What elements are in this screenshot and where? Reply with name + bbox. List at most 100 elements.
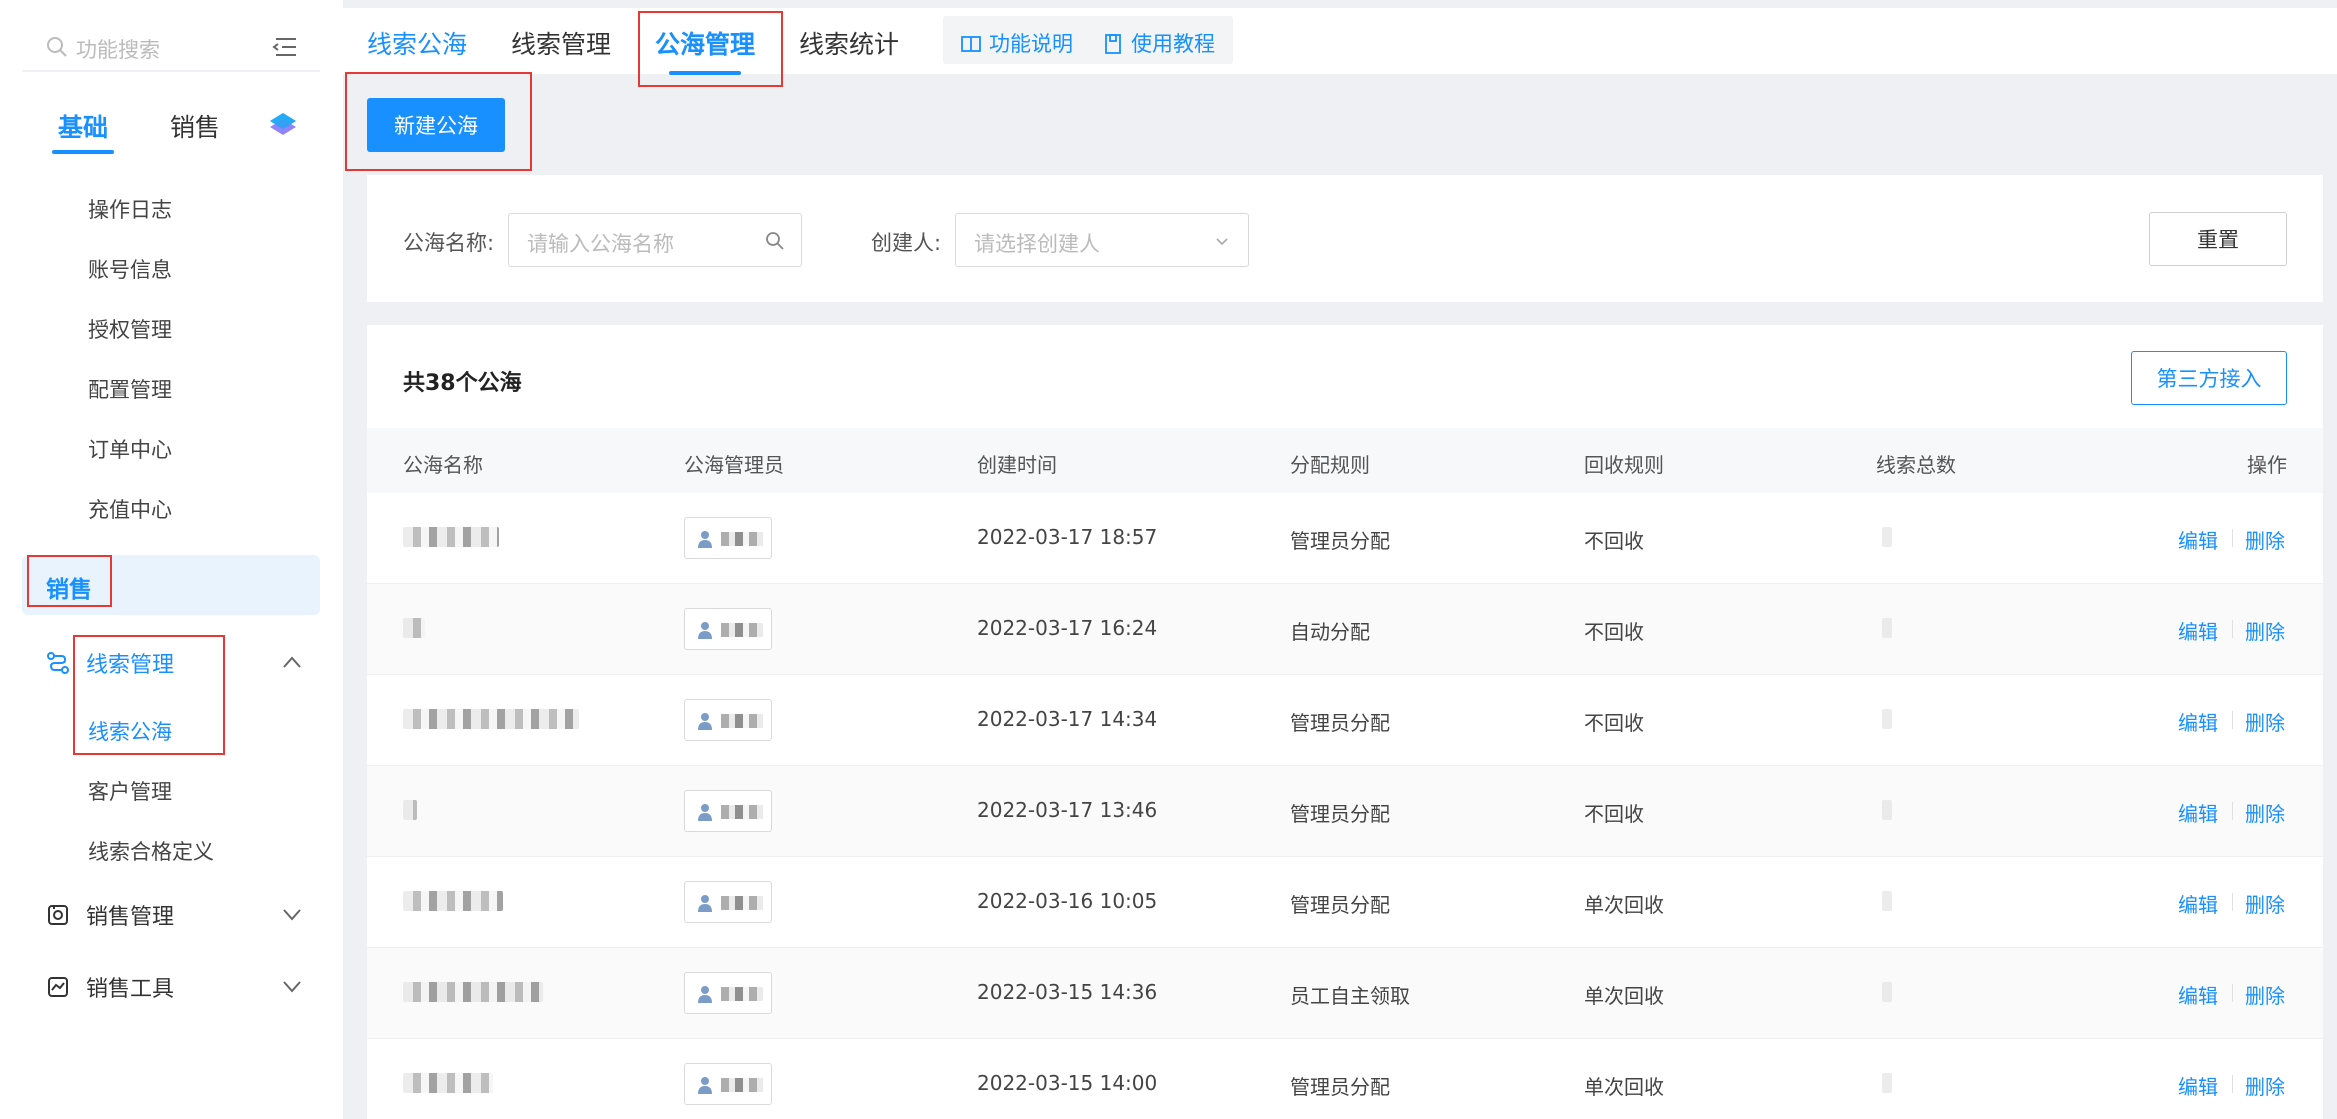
table-row: 2022-03-15 14:00 管理员分配 单次回收 编辑 删除 <box>367 1039 2323 1119</box>
edit-link[interactable]: 编辑 <box>2178 707 2218 736</box>
nav-group-label: 销售管理 <box>86 905 175 930</box>
admin-tag <box>684 972 772 1014</box>
col-pool-admin: 公海管理员 <box>684 453 784 477</box>
assign-rule: 管理员分配 <box>1290 893 1390 917</box>
admin-name-redacted <box>721 805 763 819</box>
action-separator <box>2232 893 2233 911</box>
col-pool-name: 公海名称 <box>403 453 483 477</box>
delete-link[interactable]: 删除 <box>2245 889 2285 918</box>
lead-total-redacted <box>1882 891 1892 911</box>
nav-group-sales-tools[interactable]: 销售工具 <box>46 967 302 1007</box>
delete-link[interactable]: 删除 <box>2245 707 2285 736</box>
recycle-rule: 不回收 <box>1584 802 1644 826</box>
tab-pool-management[interactable]: 公海管理 <box>655 25 755 75</box>
function-search[interactable]: 功能搜索 <box>22 22 320 72</box>
delete-link[interactable]: 删除 <box>2245 980 2285 1009</box>
admin-name-redacted <box>721 532 763 546</box>
feature-guide-link[interactable]: 功能说明 <box>961 28 1073 58</box>
assign-rule: 管理员分配 <box>1290 802 1390 826</box>
pool-name-label: 公海名称: <box>403 231 495 255</box>
delete-link[interactable]: 删除 <box>2245 616 2285 645</box>
recycle-rule: 单次回收 <box>1584 1075 1664 1099</box>
action-separator <box>2232 529 2233 547</box>
delete-link[interactable]: 删除 <box>2245 798 2285 827</box>
layers-icon[interactable] <box>268 111 298 139</box>
reset-button[interactable]: 重置 <box>2149 212 2287 266</box>
edit-link[interactable]: 编辑 <box>2178 798 2218 827</box>
nav-item-customer-management[interactable]: 客户管理 <box>88 776 172 806</box>
nav-item-order-center[interactable]: 订单中心 <box>88 434 172 464</box>
creator-placeholder: 请选择创建人 <box>974 232 1100 256</box>
nav-item-authorization[interactable]: 授权管理 <box>88 314 172 344</box>
filter-panel: 公海名称: 请输入公海名称 创建人: 请选择创建人 重置 <box>367 175 2323 302</box>
table-header: 公海名称 公海管理员 创建时间 分配规则 回收规则 线索总数 操作 <box>367 428 2323 493</box>
third-party-access-button[interactable]: 第三方接入 <box>2131 351 2287 405</box>
table-row: 2022-03-16 10:05 管理员分配 单次回收 编辑 删除 <box>367 857 2323 948</box>
sales-tools-icon <box>48 977 68 997</box>
admin-name-redacted <box>721 623 763 637</box>
lead-total-redacted <box>1882 709 1892 729</box>
delete-link[interactable]: 删除 <box>2245 525 2285 554</box>
delete-link[interactable]: 删除 <box>2245 1071 2285 1100</box>
assign-rule: 管理员分配 <box>1290 1075 1390 1099</box>
user-icon <box>698 1077 712 1094</box>
recycle-rule: 单次回收 <box>1584 984 1664 1008</box>
admin-name-redacted <box>721 714 763 728</box>
pool-name-redacted <box>403 618 425 638</box>
recycle-rule: 不回收 <box>1584 529 1644 553</box>
action-separator <box>2232 1075 2233 1093</box>
category-tab-sales[interactable]: 销售 <box>170 108 220 144</box>
tab-lead-management[interactable]: 线索管理 <box>511 25 611 61</box>
admin-tag <box>684 699 772 741</box>
user-icon <box>698 895 712 912</box>
action-separator <box>2232 984 2233 1002</box>
assign-rule: 自动分配 <box>1290 620 1370 644</box>
nav-item-operation-log[interactable]: 操作日志 <box>88 194 172 224</box>
action-separator <box>2232 802 2233 820</box>
col-assign-rule: 分配规则 <box>1290 453 1370 477</box>
user-icon <box>698 804 712 821</box>
edit-link[interactable]: 编辑 <box>2178 616 2218 645</box>
nav-group-sales-management[interactable]: 销售管理 <box>46 895 302 935</box>
edit-link[interactable]: 编辑 <box>2178 889 2218 918</box>
nav-item-config[interactable]: 配置管理 <box>88 374 172 404</box>
col-recycle-rule: 回收规则 <box>1584 453 1664 477</box>
edit-link[interactable]: 编辑 <box>2178 525 2218 554</box>
admin-name-redacted <box>721 987 763 1001</box>
nav-item-lead-qualification[interactable]: 线索合格定义 <box>88 836 214 866</box>
new-pool-button[interactable]: 新建公海 <box>367 98 505 152</box>
user-icon <box>698 713 712 730</box>
table-row: 2022-03-17 14:34 管理员分配 不回收 编辑 删除 <box>367 675 2323 766</box>
edit-link[interactable]: 编辑 <box>2178 980 2218 1009</box>
nav-item-account-info[interactable]: 账号信息 <box>88 254 172 284</box>
total-count: 共38个公海 <box>403 371 522 396</box>
nav-item-recharge[interactable]: 充值中心 <box>88 494 172 524</box>
nav-item-lead-pool[interactable]: 线索公海 <box>88 716 172 746</box>
nav-group-lead-management[interactable]: 线索管理 <box>46 643 302 683</box>
tab-lead-pool[interactable]: 线索公海 <box>367 25 467 61</box>
admin-name-redacted <box>721 1078 763 1092</box>
user-icon <box>698 622 712 639</box>
created-time: 2022-03-15 14:36 <box>977 980 1158 1004</box>
nav-group-label: 销售工具 <box>86 977 175 1002</box>
search-placeholder: 功能搜索 <box>76 38 160 62</box>
edit-link[interactable]: 编辑 <box>2178 1071 2218 1100</box>
action-separator <box>2232 620 2233 638</box>
created-time: 2022-03-15 14:00 <box>977 1071 1158 1095</box>
table-row: 2022-03-15 14:36 员工自主领取 单次回收 编辑 删除 <box>367 948 2323 1039</box>
admin-tag <box>684 790 772 832</box>
col-created-time: 创建时间 <box>977 453 1057 477</box>
recycle-rule: 不回收 <box>1584 620 1644 644</box>
tab-lead-statistics[interactable]: 线索统计 <box>799 25 899 61</box>
assign-rule: 管理员分配 <box>1290 711 1390 735</box>
lead-total-redacted <box>1882 1073 1892 1093</box>
category-tab-basic[interactable]: 基础 <box>51 108 115 154</box>
creator-select[interactable]: 请选择创建人 <box>955 213 1249 267</box>
lead-flow-icon <box>47 652 69 674</box>
table-row: 2022-03-17 18:57 管理员分配 不回收 编辑 删除 <box>367 493 2323 584</box>
pool-name-redacted <box>403 527 499 547</box>
table-row: 2022-03-17 16:24 自动分配 不回收 编辑 删除 <box>367 584 2323 675</box>
pool-name-input[interactable]: 请输入公海名称 <box>508 213 802 267</box>
menu-collapse-icon[interactable] <box>272 36 296 58</box>
tutorial-link[interactable]: 使用教程 <box>1103 28 1215 58</box>
